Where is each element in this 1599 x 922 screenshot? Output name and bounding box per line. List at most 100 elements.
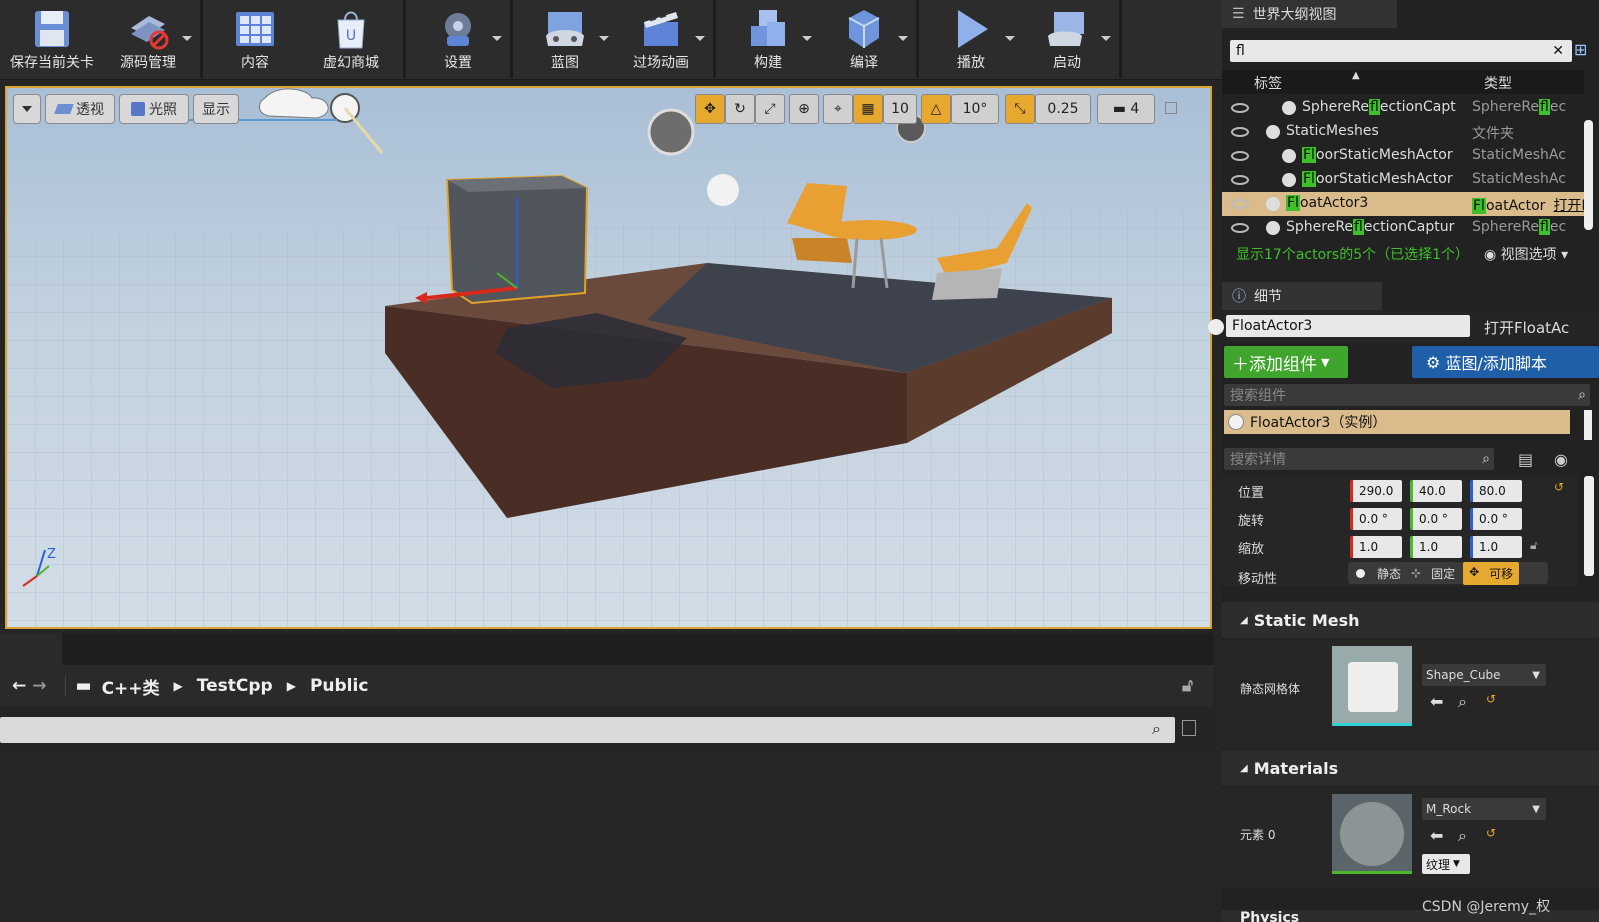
search-details-input[interactable]: 搜索详情 ⌕ <box>1224 448 1494 470</box>
outliner-row[interactable]: FloorStaticMeshActor StaticMeshAc <box>1222 168 1584 192</box>
search-components-input[interactable]: 搜索组件 ⌕ <box>1224 384 1590 406</box>
lit-mode-button[interactable]: 光照 <box>119 94 189 124</box>
location-z[interactable]: 80.0 <box>1470 480 1522 502</box>
camera-speed-button[interactable]: ▬ 4 <box>1097 94 1155 124</box>
outliner-tab[interactable]: ☰ 世界大纲视图 <box>1222 0 1397 28</box>
component-instance-row[interactable]: FloatActor3（实例） <box>1224 410 1570 434</box>
chevron-down-icon[interactable] <box>1005 36 1015 41</box>
rotation-z[interactable]: 0.0 ° <box>1470 508 1522 530</box>
build-button[interactable]: 构建 <box>720 0 816 78</box>
material-thumbnail[interactable] <box>1332 794 1412 874</box>
scale-mode-button[interactable]: ⤢ <box>755 94 785 124</box>
visibility-eye-icon[interactable] <box>1231 103 1249 113</box>
components-scrollbar[interactable] <box>1584 410 1592 440</box>
texture-dropdown[interactable]: 纹理 ▼ <box>1422 854 1470 874</box>
content-browser-body[interactable] <box>0 752 1213 922</box>
translate-mode-button[interactable]: ✥ <box>695 94 725 124</box>
visibility-eye-icon[interactable] <box>1231 151 1249 161</box>
save-level-button[interactable]: 保存当前关卡 <box>4 0 100 78</box>
reflection-capture-icon[interactable] <box>647 108 695 156</box>
visibility-eye-icon[interactable] <box>1231 175 1249 185</box>
scale-x[interactable]: 1.0 <box>1350 536 1402 558</box>
visibility-eye-icon[interactable] <box>1231 127 1249 137</box>
outliner-search-input[interactable]: fl ✕ <box>1230 40 1572 62</box>
property-matrix-icon[interactable]: ▤ <box>1518 450 1533 469</box>
chevron-down-icon[interactable] <box>599 36 609 41</box>
mobility-toggle[interactable]: 静态 ⊹ 固定 ✥ 可移 <box>1348 561 1548 585</box>
chevron-down-icon[interactable] <box>802 36 812 41</box>
grid-snap-toggle[interactable]: ▦ <box>853 94 883 124</box>
scale-snap-value[interactable]: 0.25 <box>1035 94 1091 124</box>
mobility-movable[interactable]: ✥ 可移 <box>1463 561 1520 585</box>
eye-icon[interactable]: ◉ <box>1554 450 1568 469</box>
scale-z[interactable]: 1.0 <box>1470 536 1522 558</box>
maximize-viewport-icon[interactable] <box>1165 102 1177 114</box>
breadcrumb-public[interactable]: Public <box>310 676 368 696</box>
reset-to-default-icon[interactable]: ↺ <box>1486 826 1496 840</box>
static-mesh-thumbnail[interactable] <box>1332 646 1412 726</box>
location-x[interactable]: 290.0 <box>1350 480 1402 502</box>
location-label[interactable]: 位置 <box>1238 482 1264 501</box>
viewport-options-dropdown[interactable] <box>13 94 41 124</box>
launch-button[interactable]: 启动 <box>1019 0 1115 78</box>
save-all-icon[interactable] <box>1182 720 1196 736</box>
show-button[interactable]: 显示 <box>193 94 239 124</box>
use-selected-arrow-icon[interactable]: ⬅ <box>1430 692 1443 711</box>
mobility-stationary[interactable]: 固定 <box>1431 565 1455 582</box>
outliner-row[interactable]: SphereReflectionCapt SphereReflec <box>1222 96 1584 120</box>
details-scrollbar[interactable] <box>1584 476 1594 576</box>
location-y[interactable]: 40.0 <box>1410 480 1462 502</box>
rotation-x[interactable]: 0.0 ° <box>1350 508 1402 530</box>
reset-to-default-icon[interactable]: ↺ <box>1554 480 1564 494</box>
rotation-snap-value[interactable]: 10° <box>951 94 999 124</box>
sort-arrow-icon[interactable]: ▲ <box>1352 70 1360 81</box>
rotation-label[interactable]: 旋转 <box>1238 510 1264 529</box>
play-button[interactable]: 播放 <box>923 0 1019 78</box>
perspective-button[interactable]: 透视 <box>45 94 115 124</box>
outliner-row[interactable]: SphereReflectionCaptur SphereReflec <box>1222 216 1584 240</box>
materials-section-header[interactable]: ◢ Materials <box>1222 750 1599 786</box>
content-search-input[interactable]: ⌕ <box>0 717 1175 743</box>
chevron-down-icon[interactable] <box>492 36 502 41</box>
breadcrumb-separator-icon[interactable]: ▶ <box>174 679 183 693</box>
world-local-toggle[interactable]: ⊕ <box>789 94 819 124</box>
chevron-down-icon[interactable] <box>898 36 908 41</box>
scale-snap-toggle[interactable]: ⤡ <box>1005 94 1035 124</box>
content-browser-tab[interactable] <box>0 633 62 665</box>
add-component-button[interactable]: ＋添加组件 ▼ <box>1224 346 1348 378</box>
outliner-row[interactable]: FloorStaticMeshActor StaticMeshAc <box>1222 144 1584 168</box>
scale-label[interactable]: 缩放 <box>1238 538 1264 557</box>
content-button[interactable]: 内容 <box>207 0 303 78</box>
open-cpp-link[interactable]: 打开FloatAc <box>1484 317 1569 338</box>
breadcrumb-testcpp[interactable]: TestCpp <box>197 676 273 696</box>
folder-icon[interactable]: ▬ <box>64 676 92 696</box>
static-mesh-section-header[interactable]: ◢ Static Mesh <box>1222 602 1599 638</box>
actor-name-input[interactable]: FloatActor3 <box>1226 315 1470 337</box>
visibility-eye-icon[interactable] <box>1231 223 1249 233</box>
outliner-scrollbar[interactable] <box>1584 120 1593 230</box>
rotation-y[interactable]: 0.0 ° <box>1410 508 1462 530</box>
chevron-down-icon[interactable] <box>695 36 705 41</box>
lock-icon[interactable]: 🔓︎ <box>1530 538 1538 553</box>
lock-icon[interactable]: 🔓︎ <box>1182 676 1193 696</box>
back-arrow-icon[interactable]: ← <box>12 676 26 696</box>
column-type[interactable]: 类型 <box>1484 73 1512 93</box>
marketplace-button[interactable]: U 虚幻商城 <box>303 0 399 78</box>
rotation-snap-toggle[interactable]: △ <box>921 94 951 124</box>
compile-button[interactable]: 编译 <box>816 0 912 78</box>
blueprint-add-script-button[interactable]: ⚙ 蓝图/添加脚本 <box>1412 346 1599 378</box>
rotate-mode-button[interactable]: ↻ <box>725 94 755 124</box>
static-mesh-dropdown[interactable]: Shape_Cube ▼ <box>1422 664 1546 686</box>
forward-arrow-icon[interactable]: → <box>32 676 46 696</box>
clear-search-icon[interactable]: ✕ <box>1552 43 1564 59</box>
view-options-button[interactable]: ◉ 视图选项 ▾ <box>1484 244 1568 264</box>
breadcrumb-cpp-classes[interactable]: C++类 <box>102 674 160 699</box>
float-sphere[interactable] <box>707 174 739 206</box>
settings-button[interactable]: 设置 <box>410 0 506 78</box>
level-viewport[interactable]: Z 透视 光照 显示 ✥ ↻ ⤢ ⊕ ⌖ ▦ 10 △ 10° ⤡ 0.25 ▬… <box>5 86 1212 629</box>
outliner-row[interactable]: FloatActor3FloatActor打开FloatAc <box>1222 192 1584 216</box>
mobility-static[interactable]: 静态 <box>1377 565 1401 582</box>
cinematics-button[interactable]: 过场动画 <box>613 0 709 78</box>
blueprints-button[interactable]: 蓝图 <box>517 0 613 78</box>
material-dropdown[interactable]: M_Rock ▼ <box>1422 798 1546 820</box>
